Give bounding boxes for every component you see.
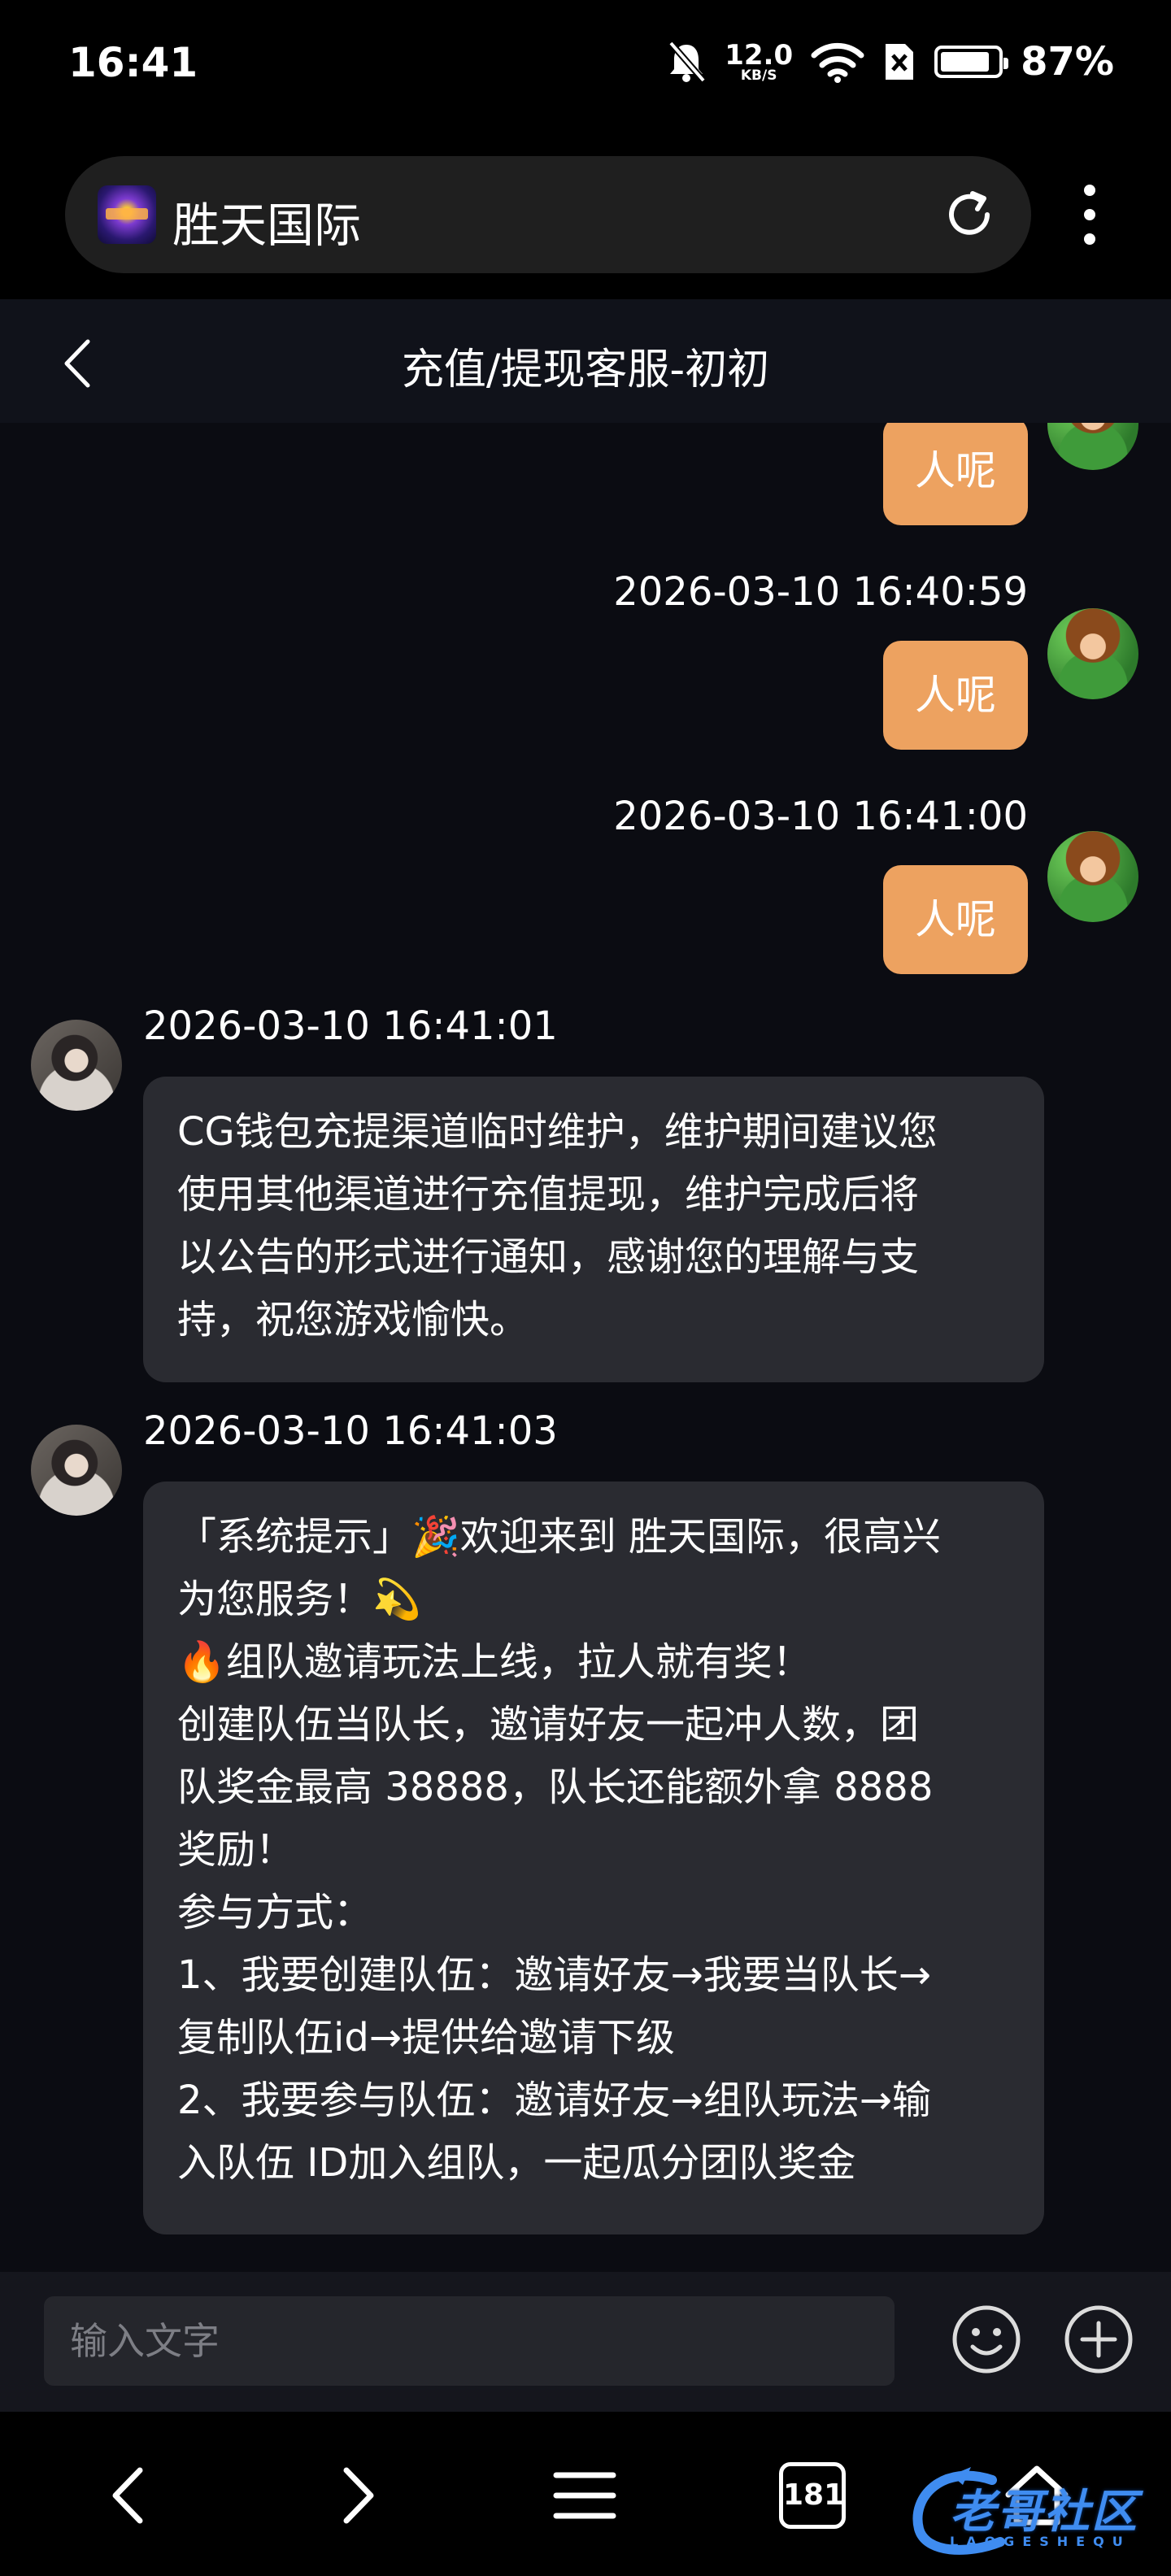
status-bar: 16:41 12.0 KB/S 87% [0,0,1171,130]
site-title[interactable]: 胜天国际 [172,187,361,255]
chat-title: 充值/提现客服-初初 [401,346,770,394]
message-line: 🔥组队邀请玩法上线，拉人就有奖！ [177,1639,812,1685]
chat-header: 充值/提现客服-初初 [0,299,1171,423]
wifi-icon [811,42,864,83]
mute-bell-icon [668,41,707,83]
add-circle-icon[interactable] [1062,2303,1135,2376]
message-line: 复制队伍id→提供给邀请下级 [177,2015,676,2060]
message-line: 使用其他渠道进行充值提现，维护完成后将 [177,1172,920,1217]
incoming-message-bubble[interactable]: CG钱包充提渠道临时维护，维护期间建议您 使用其他渠道进行充值提现，维护完成后将… [143,1077,1044,1382]
battery-icon [934,46,1009,78]
network-speed-value: 12.0 [725,38,794,72]
battery-level [941,52,990,72]
status-icons: 12.0 KB/S 87% [666,37,1114,86]
message-line: 「系统提示」🎉欢迎来到 胜天国际，很高兴 [177,1514,942,1560]
message-input[interactable] [44,2296,895,2386]
network-speed-unit: KB/S [740,67,777,84]
message-line: 入队伍 ID加入组队，一起瓜分团队奖金 [177,2140,856,2186]
sim-disabled-icon [886,44,914,80]
more-vertical-icon[interactable] [1073,181,1106,249]
message-line: 为您服务！💫 [177,1577,421,1622]
message-timestamp: 2026-03-10 16:41:01 [143,1003,558,1049]
tab-count-button[interactable]: 181 [779,2462,846,2529]
message-timestamp: 2026-03-10 16:41:03 [143,1408,558,1454]
site-logo [98,185,156,244]
browser-back-icon[interactable] [94,2459,168,2532]
message-timestamp: 2026-03-10 16:40:59 [613,569,1028,615]
user-avatar [1047,608,1138,699]
chat-message-list[interactable]: 人呢 2026-03-10 16:40:59 人呢 2026-03-10 16:… [0,423,1171,2272]
watermark-text: 老哥社区 [950,2486,1138,2539]
message-line: 以公告的形式进行通知，感谢您的理解与支 [177,1234,920,1280]
emoji-icon[interactable] [950,2303,1023,2376]
incoming-message-bubble[interactable]: 「系统提示」🎉欢迎来到 胜天国际，很高兴 为您服务！💫 🔥组队邀请玩法上线，拉人… [143,1482,1044,2234]
message-line: 2、我要参与队伍：邀请好友→组队玩法→输 [177,2078,931,2123]
agent-avatar [31,1020,122,1111]
message-timestamp: 2026-03-10 16:41:00 [613,794,1028,839]
network-speed: 12.0 KB/S [725,41,793,83]
message-line: 奖励！ [177,1827,295,1873]
browser-forward-icon[interactable] [319,2459,392,2532]
battery-percentage: 87% [1021,39,1114,85]
message-line: 持，祝您游戏愉快。 [177,1297,529,1342]
refresh-icon[interactable] [942,187,997,242]
outgoing-message-bubble[interactable]: 人呢 [883,865,1028,974]
message-line: 1、我要创建队伍：邀请好友→我要当队长→ [177,1952,931,1998]
message-input-bar [0,2272,1171,2412]
browser-menu-icon[interactable] [548,2459,621,2532]
message-line: CG钱包充提渠道临时维护，维护期间建议您 [177,1109,938,1155]
message-line: 队奖金最高 38888，队长还能额外拿 8888 [177,1764,934,1810]
status-time: 16:41 [68,39,198,86]
outgoing-message-bubble[interactable]: 人呢 [883,423,1028,525]
message-line: 参与方式： [177,1890,373,1935]
outgoing-message-bubble[interactable]: 人呢 [883,641,1028,750]
agent-avatar [31,1425,122,1516]
user-avatar [1047,423,1138,470]
message-line: 创建队伍当队长，邀请好友一起冲人数，团 [177,1702,920,1747]
address-bar[interactable]: 胜天国际 [65,156,1031,273]
watermark-subtext: LAOGESHEQU [950,2534,1131,2549]
user-avatar [1047,831,1138,922]
